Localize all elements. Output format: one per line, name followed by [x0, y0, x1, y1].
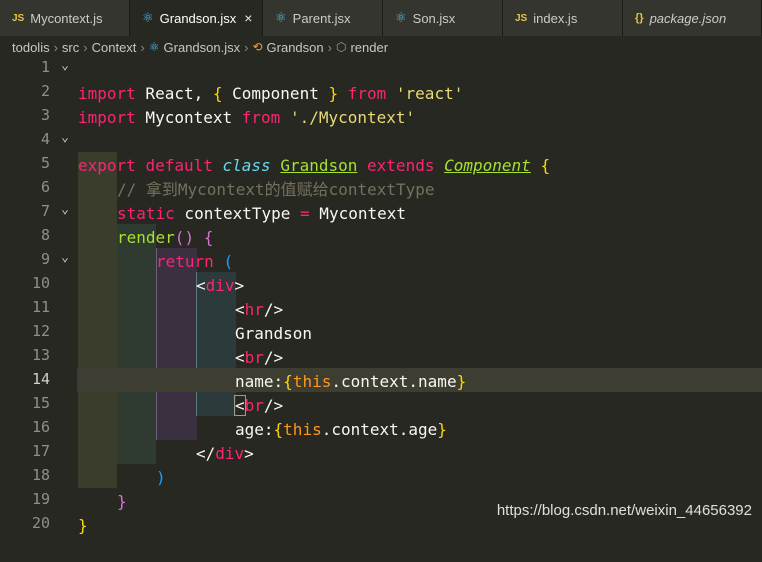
code-line: return (: [156, 252, 234, 271]
tab-label: Parent.jsx: [292, 10, 351, 26]
code-line: <div>: [196, 276, 245, 295]
chevron-right-icon: ›: [327, 39, 332, 55]
react-file-icon: ⚛: [395, 10, 407, 25]
javascript-file-icon: JS: [12, 12, 25, 24]
code-line-current: <br/>: [234, 395, 284, 416]
breadcrumb-item[interactable]: Grandson: [267, 40, 324, 55]
chevron-right-icon: ›: [53, 39, 58, 55]
code-line: <br/>: [235, 348, 284, 367]
breadcrumb-item[interactable]: todolis: [12, 40, 50, 55]
breadcrumb-item[interactable]: render: [350, 40, 388, 55]
react-file-icon: ⚛: [148, 40, 160, 54]
chevron-right-icon: ›: [83, 39, 88, 55]
watermark-url: https://blog.csdn.net/weixin_44656392: [496, 502, 752, 519]
tab-label: package.json: [649, 10, 727, 26]
javascript-file-icon: JS: [515, 12, 528, 24]
breadcrumb-item[interactable]: Context: [92, 40, 137, 55]
code-line: <hr/>: [235, 300, 284, 319]
tab-bar: JS Mycontext.js ⚛ Grandson.jsx × ⚛ Paren…: [0, 0, 762, 36]
breadcrumb-item[interactable]: Grandson.jsx: [164, 40, 241, 55]
code-line: render() {: [117, 228, 214, 247]
tab-package-json[interactable]: {} package.json: [623, 0, 762, 36]
json-file-icon: {}: [635, 12, 644, 24]
code-line: name:{this.context.name}: [235, 372, 467, 391]
tab-index-js[interactable]: JS index.js: [503, 0, 623, 36]
method-cube-icon: ⬡: [335, 40, 347, 54]
code-line: // 拿到Mycontext的值赋给contextType: [117, 180, 435, 199]
code-line: import React, { Component } from 'react': [78, 84, 464, 103]
close-icon[interactable]: ×: [244, 10, 252, 26]
tab-label: Son.jsx: [412, 10, 456, 26]
code-line: ): [156, 468, 166, 487]
tab-parent-jsx[interactable]: ⚛ Parent.jsx: [263, 0, 383, 36]
code-editor[interactable]: 1 2 3 4 5 6 7 8 9 10 11 12 13 14 15 16 1…: [0, 58, 762, 535]
code-line: }: [117, 492, 127, 511]
react-file-icon: ⚛: [142, 10, 154, 25]
tab-label: Mycontext.js: [30, 10, 103, 26]
tab-grandson-jsx[interactable]: ⚛ Grandson.jsx ×: [130, 0, 263, 36]
chevron-right-icon: ›: [140, 39, 145, 55]
class-symbol-icon: ⟲: [252, 40, 263, 54]
code-line: import Mycontext from './Mycontext': [78, 108, 416, 127]
code-line: static contextType = Mycontext: [117, 204, 406, 223]
tab-label: Grandson.jsx: [159, 10, 237, 26]
breadcrumb-item[interactable]: src: [62, 40, 79, 55]
breadcrumb: todolis › src › Context › ⚛ Grandson.jsx…: [0, 36, 762, 58]
tab-mycontext-js[interactable]: JS Mycontext.js: [0, 0, 130, 36]
code-line: age:{this.context.age}: [235, 420, 447, 439]
code-line: Grandson: [235, 324, 313, 343]
tab-label: index.js: [533, 10, 578, 26]
code-line: export default class Grandson extends Co…: [78, 156, 551, 175]
chevron-right-icon: ›: [244, 39, 249, 55]
code-line: </div>: [196, 444, 254, 463]
tab-son-jsx[interactable]: ⚛ Son.jsx: [383, 0, 503, 36]
react-file-icon: ⚛: [275, 10, 287, 25]
